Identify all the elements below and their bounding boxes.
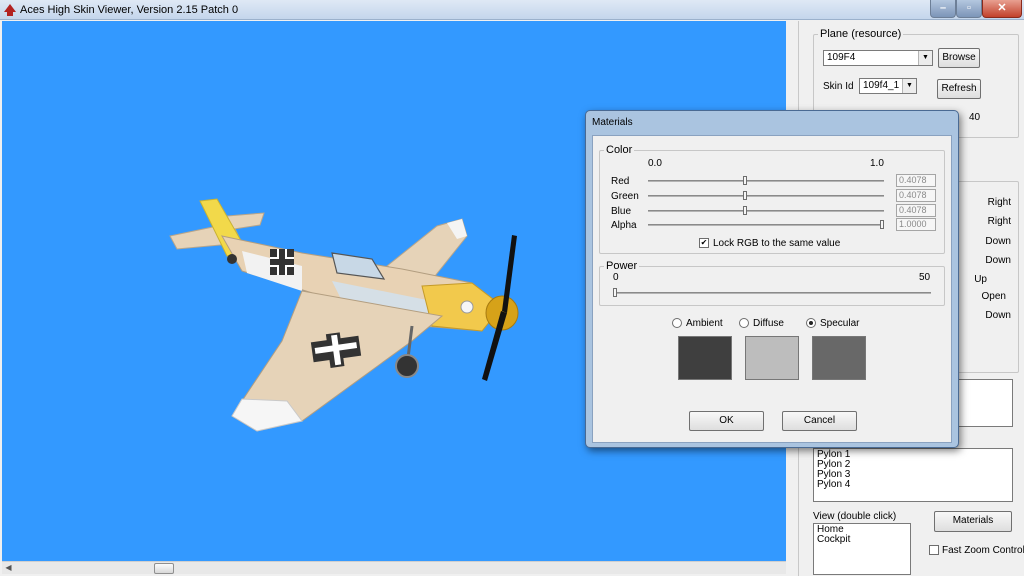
diffuse-radio[interactable] — [739, 318, 749, 328]
fast-zoom-label: Fast Zoom Control — [942, 545, 1024, 556]
cancel-button[interactable]: Cancel — [782, 411, 857, 431]
power-group: Power — [599, 260, 945, 306]
close-button[interactable]: ✕ — [982, 0, 1022, 18]
part-state: Down — [985, 255, 1011, 266]
green-value-field: 0.4078 — [896, 189, 936, 202]
list-item[interactable]: Pylon 4 — [817, 480, 1009, 490]
minimize-button[interactable]: – — [930, 0, 956, 18]
ambient-radio[interactable] — [672, 318, 682, 328]
checkmark-icon: ✔ — [700, 238, 708, 247]
alpha-label: Alpha — [611, 220, 637, 231]
materials-dialog: Materials Color 0.0 1.0 Red 0.4078 Green… — [585, 110, 959, 448]
fast-zoom-checkbox[interactable] — [929, 545, 939, 555]
blue-value-field: 0.4078 — [896, 204, 936, 217]
minimize-icon: – — [939, 2, 947, 14]
refresh-button[interactable]: Refresh — [937, 79, 981, 99]
ambient-label: Ambient — [686, 318, 723, 329]
maximize-button[interactable]: ▫ — [956, 0, 982, 18]
power-slider-thumb[interactable] — [613, 288, 617, 297]
lock-rgb-checkbox[interactable]: ✔ — [699, 238, 709, 248]
dialog-title: Materials — [592, 117, 633, 128]
alpha-slider-track[interactable] — [648, 224, 884, 226]
red-slider-track[interactable] — [648, 180, 884, 182]
power-max-label: 50 — [919, 272, 931, 283]
specular-radio[interactable] — [806, 318, 816, 328]
red-slider-thumb[interactable] — [742, 176, 747, 185]
blue-slider-thumb[interactable] — [742, 206, 747, 215]
diffuse-label: Diffuse — [753, 318, 784, 329]
green-slider-track[interactable] — [648, 195, 884, 197]
part-state: Up — [974, 274, 987, 285]
browse-button[interactable]: Browse — [938, 48, 980, 68]
scrollbar-thumb[interactable] — [154, 563, 174, 574]
title-bar: Aces High Skin Viewer, Version 2.15 Patc… — [0, 0, 1024, 20]
dialog-body: Color 0.0 1.0 Red 0.4078 Green 0.4078 Bl… — [592, 135, 952, 443]
blue-label: Blue — [611, 206, 632, 217]
part-state: Open — [981, 291, 1006, 302]
maximize-icon: ▫ — [967, 2, 971, 14]
pylon-list[interactable]: Pylon 1 Pylon 2 Pylon 3 Pylon 4 — [813, 448, 1013, 502]
close-icon: ✕ — [997, 2, 1007, 14]
view-list[interactable]: Home Cockpit — [813, 523, 911, 575]
part-state: Right — [987, 216, 1011, 227]
green-slider-thumb[interactable] — [742, 191, 747, 200]
alpha-slider-thumb[interactable] — [880, 220, 884, 229]
specular-label: Specular — [820, 318, 860, 329]
green-label: Green — [611, 191, 639, 202]
skin-select[interactable]: 109f4_1 ▼ — [859, 78, 917, 94]
part-state: Down — [985, 310, 1011, 321]
red-label: Red — [611, 176, 630, 187]
color-group-label: Color — [606, 144, 633, 156]
window-title: Aces High Skin Viewer, Version 2.15 Patc… — [20, 4, 239, 16]
horizontal-scrollbar[interactable]: ◀ — [2, 561, 786, 574]
plane-group-label: Plane (resource) — [820, 28, 902, 40]
view-label: View (double click) — [813, 511, 897, 522]
red-value-field: 0.4078 — [896, 174, 936, 187]
power-min-label: 0 — [613, 272, 619, 283]
plane-select[interactable]: 109F4 ▼ — [823, 50, 933, 66]
scroll-left-icon[interactable]: ◀ — [2, 562, 15, 574]
alpha-value-field: 1.0000 — [896, 218, 936, 231]
scale-min-label: 0.0 — [648, 158, 662, 169]
power-group-label: Power — [606, 260, 638, 272]
materials-button[interactable]: Materials — [934, 511, 1012, 532]
app-icon — [4, 4, 16, 16]
chevron-down-icon[interactable]: ▼ — [918, 51, 932, 65]
list-item[interactable]: Cockpit — [817, 535, 907, 545]
skin-id-label: Skin Id — [823, 81, 854, 92]
chevron-down-icon[interactable]: ▼ — [902, 79, 916, 93]
part-state: Right — [987, 197, 1011, 208]
skin-select-value: 109f4_1 — [863, 80, 900, 91]
part-state: Down — [985, 236, 1011, 247]
power-slider-track[interactable] — [613, 292, 931, 294]
lock-rgb-label: Lock RGB to the same value — [713, 238, 841, 249]
ok-button[interactable]: OK — [689, 411, 764, 431]
ambient-swatch[interactable] — [678, 336, 732, 380]
plane-value: 40 — [969, 112, 981, 123]
blue-slider-track[interactable] — [648, 210, 884, 212]
scale-max-label: 1.0 — [870, 158, 884, 169]
diffuse-swatch[interactable] — [745, 336, 799, 380]
plane-select-value: 109F4 — [827, 52, 856, 63]
specular-swatch[interactable] — [812, 336, 866, 380]
